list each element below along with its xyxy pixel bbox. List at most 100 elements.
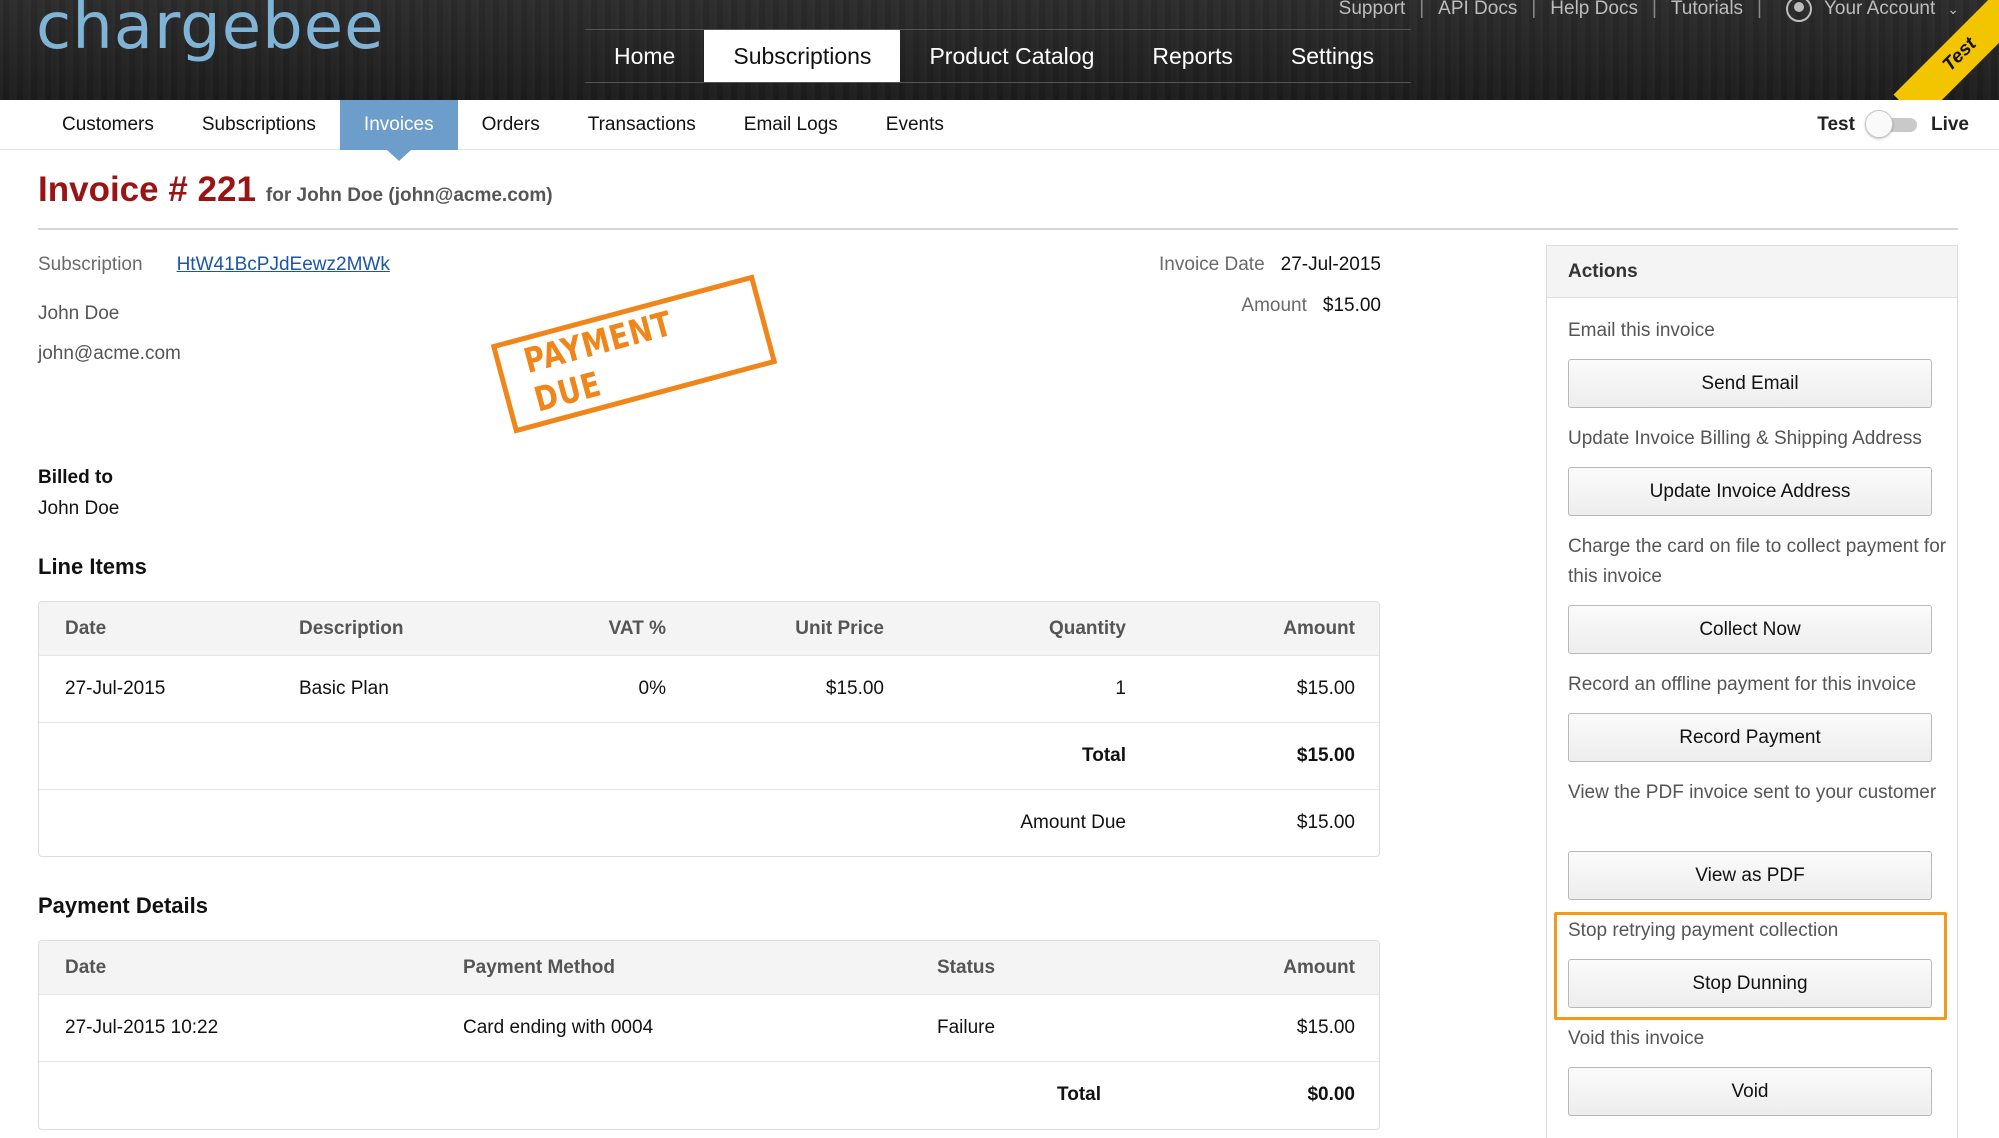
nav-product-catalog[interactable]: Product Catalog xyxy=(900,30,1123,82)
payment-details-heading: Payment Details xyxy=(38,893,208,918)
amount-due-label: Amount Due xyxy=(1020,812,1126,833)
switch-knob xyxy=(1864,110,1893,138)
table-header-row: Date Payment Method Status Amount xyxy=(39,941,1379,994)
subnav-invoices[interactable]: Invoices xyxy=(339,100,458,161)
separator: | xyxy=(1651,0,1657,19)
item-vat: 0% xyxy=(638,678,666,699)
item-amount: $15.00 xyxy=(1296,678,1355,699)
table-row: 27-Jul-2015 10:22 Card ending with 0004 … xyxy=(39,994,1379,1061)
col-unit-price: Unit Price xyxy=(795,617,884,639)
payment-total-label: Total xyxy=(1057,1084,1101,1105)
nav-settings[interactable]: Settings xyxy=(1262,30,1403,82)
view-as-pdf-button[interactable]: View as PDF xyxy=(1568,851,1932,900)
col-quantity: Quantity xyxy=(1048,617,1126,639)
payment-date-link[interactable]: 27-Jul-2015 10:22 xyxy=(65,995,218,1061)
record-payment-button[interactable]: Record Payment xyxy=(1568,713,1932,762)
stop-dunning-button[interactable]: Stop Dunning xyxy=(1568,959,1932,1008)
account-menu[interactable]: Your Account ⌄ xyxy=(1785,0,1959,22)
table-row: 27-Jul-2015 Basic Plan 0% $15.00 1 $15.0… xyxy=(39,655,1379,722)
payment-due-stamp: PAYMENT DUE xyxy=(490,274,778,434)
invoice-amount-row: Amount $15.00 xyxy=(1241,295,1381,317)
invoice-customer-summary: for John Doe (john@acme.com) xyxy=(265,185,553,206)
item-unit-price: $15.00 xyxy=(825,678,884,699)
collect-now-button[interactable]: Collect Now xyxy=(1568,605,1932,654)
line-items-table: Date Description VAT % Unit Price Quanti… xyxy=(38,601,1380,857)
invoice-date-value: 27-Jul-2015 xyxy=(1280,254,1381,275)
update-invoice-address-button[interactable]: Update Invoice Address xyxy=(1568,467,1932,516)
mode-test-label: Test xyxy=(1817,114,1855,135)
utility-links: Support | API Docs | Help Docs | Tutoria… xyxy=(1339,0,1959,22)
invoice-amount-value: $15.00 xyxy=(1322,295,1381,316)
col-amount: Amount xyxy=(1283,617,1355,639)
line-items-heading: Line Items xyxy=(38,554,147,579)
col-status: Status xyxy=(937,956,996,978)
subnav-email-logs[interactable]: Email Logs xyxy=(720,100,862,150)
void-button[interactable]: Void xyxy=(1568,1067,1932,1116)
payment-details-table: Date Payment Method Status Amount 27-Jul… xyxy=(38,940,1380,1130)
chargebee-logo[interactable]: chargebee xyxy=(36,0,385,64)
total-row: Total $15.00 xyxy=(39,722,1379,789)
actions-heading: Actions xyxy=(1547,246,1957,298)
support-link[interactable]: Support xyxy=(1339,0,1406,20)
view-pdf-desc: View the PDF invoice sent to your custom… xyxy=(1568,782,1937,803)
payment-amount: $15.00 xyxy=(1296,1017,1355,1038)
invoice-date-row: Invoice Date 27-Jul-2015 xyxy=(1159,254,1381,276)
help-docs-link[interactable]: Help Docs xyxy=(1550,0,1638,20)
tutorials-link[interactable]: Tutorials xyxy=(1671,0,1743,20)
invoice-title-row: Invoice # 221 for John Doe (john@acme.co… xyxy=(38,170,553,210)
separator: | xyxy=(1757,0,1762,19)
separator: | xyxy=(1531,0,1537,19)
col-amount: Amount xyxy=(1283,956,1355,978)
mode-live-label: Live xyxy=(1930,114,1969,135)
item-quantity: 1 xyxy=(1115,678,1126,699)
subscription-label: Subscription xyxy=(38,254,143,275)
collect-now-desc: Charge the card on file to collect payme… xyxy=(1568,536,1947,587)
record-payment-desc: Record an offline payment for this invoi… xyxy=(1568,674,1917,695)
main-nav: Home Subscriptions Product Catalog Repor… xyxy=(585,29,1411,83)
nav-subscriptions[interactable]: Subscriptions xyxy=(704,30,901,82)
void-desc: Void this invoice xyxy=(1568,1028,1705,1049)
subnav-events[interactable]: Events xyxy=(862,100,968,150)
subnav-subscriptions[interactable]: Subscriptions xyxy=(178,100,340,150)
col-date: Date xyxy=(65,617,107,639)
send-email-button[interactable]: Send Email xyxy=(1568,359,1932,408)
amount-due-value: $15.00 xyxy=(1296,812,1355,833)
col-description: Description xyxy=(299,617,404,639)
stamp-text: PAYMENT DUE xyxy=(519,303,677,421)
total-label: Total xyxy=(1082,745,1126,766)
account-label: Your Account xyxy=(1823,0,1936,19)
col-payment-method: Payment Method xyxy=(463,956,616,978)
nav-home[interactable]: Home xyxy=(585,30,704,82)
total-row: Total $0.00 xyxy=(39,1061,1379,1128)
email-invoice-desc: Email this invoice xyxy=(1568,320,1715,341)
subscription-row: Subscription HtW41BcPJdEewz2MWk xyxy=(38,254,390,276)
amount-due-row: Amount Due $15.00 xyxy=(39,789,1379,856)
billed-to-name: John Doe xyxy=(38,498,120,519)
stop-dunning-desc: Stop retrying payment collection xyxy=(1568,920,1839,941)
invoice-date-label: Invoice Date xyxy=(1159,254,1265,275)
item-date: 27-Jul-2015 xyxy=(65,678,166,699)
sub-nav: Customers Subscriptions Invoices Orders … xyxy=(0,100,1999,161)
table-header-row: Date Description VAT % Unit Price Quanti… xyxy=(39,602,1379,655)
payment-method: Card ending with 0004 xyxy=(463,1017,654,1038)
top-header: chargebee Support | API Docs | Help Docs… xyxy=(0,0,1999,100)
invoice-title: Invoice # 221 xyxy=(38,170,256,209)
subnav-transactions[interactable]: Transactions xyxy=(564,100,720,150)
billed-to-label: Billed to xyxy=(38,467,113,488)
payment-status: Failure xyxy=(937,1017,996,1038)
subscription-id-link[interactable]: HtW41BcPJdEewz2MWk xyxy=(177,254,390,276)
nav-reports[interactable]: Reports xyxy=(1123,30,1262,82)
item-description: Basic Plan xyxy=(299,678,389,699)
mode-switch[interactable] xyxy=(1864,110,1917,138)
subnav-orders[interactable]: Orders xyxy=(458,100,564,150)
customer-email: john@acme.com xyxy=(38,343,181,364)
subnav-customers[interactable]: Customers xyxy=(38,100,178,150)
actions-panel: Actions Email this invoice Send Email Up… xyxy=(1546,245,1958,1138)
user-icon xyxy=(1785,0,1812,22)
chevron-down-icon: ⌄ xyxy=(1947,0,1959,17)
customer-name: John Doe xyxy=(38,303,120,324)
api-docs-link[interactable]: API Docs xyxy=(1438,0,1517,20)
test-live-toggle: Test Live xyxy=(1817,100,1969,150)
invoice-amount-label: Amount xyxy=(1241,295,1307,316)
separator: | xyxy=(1419,0,1425,19)
